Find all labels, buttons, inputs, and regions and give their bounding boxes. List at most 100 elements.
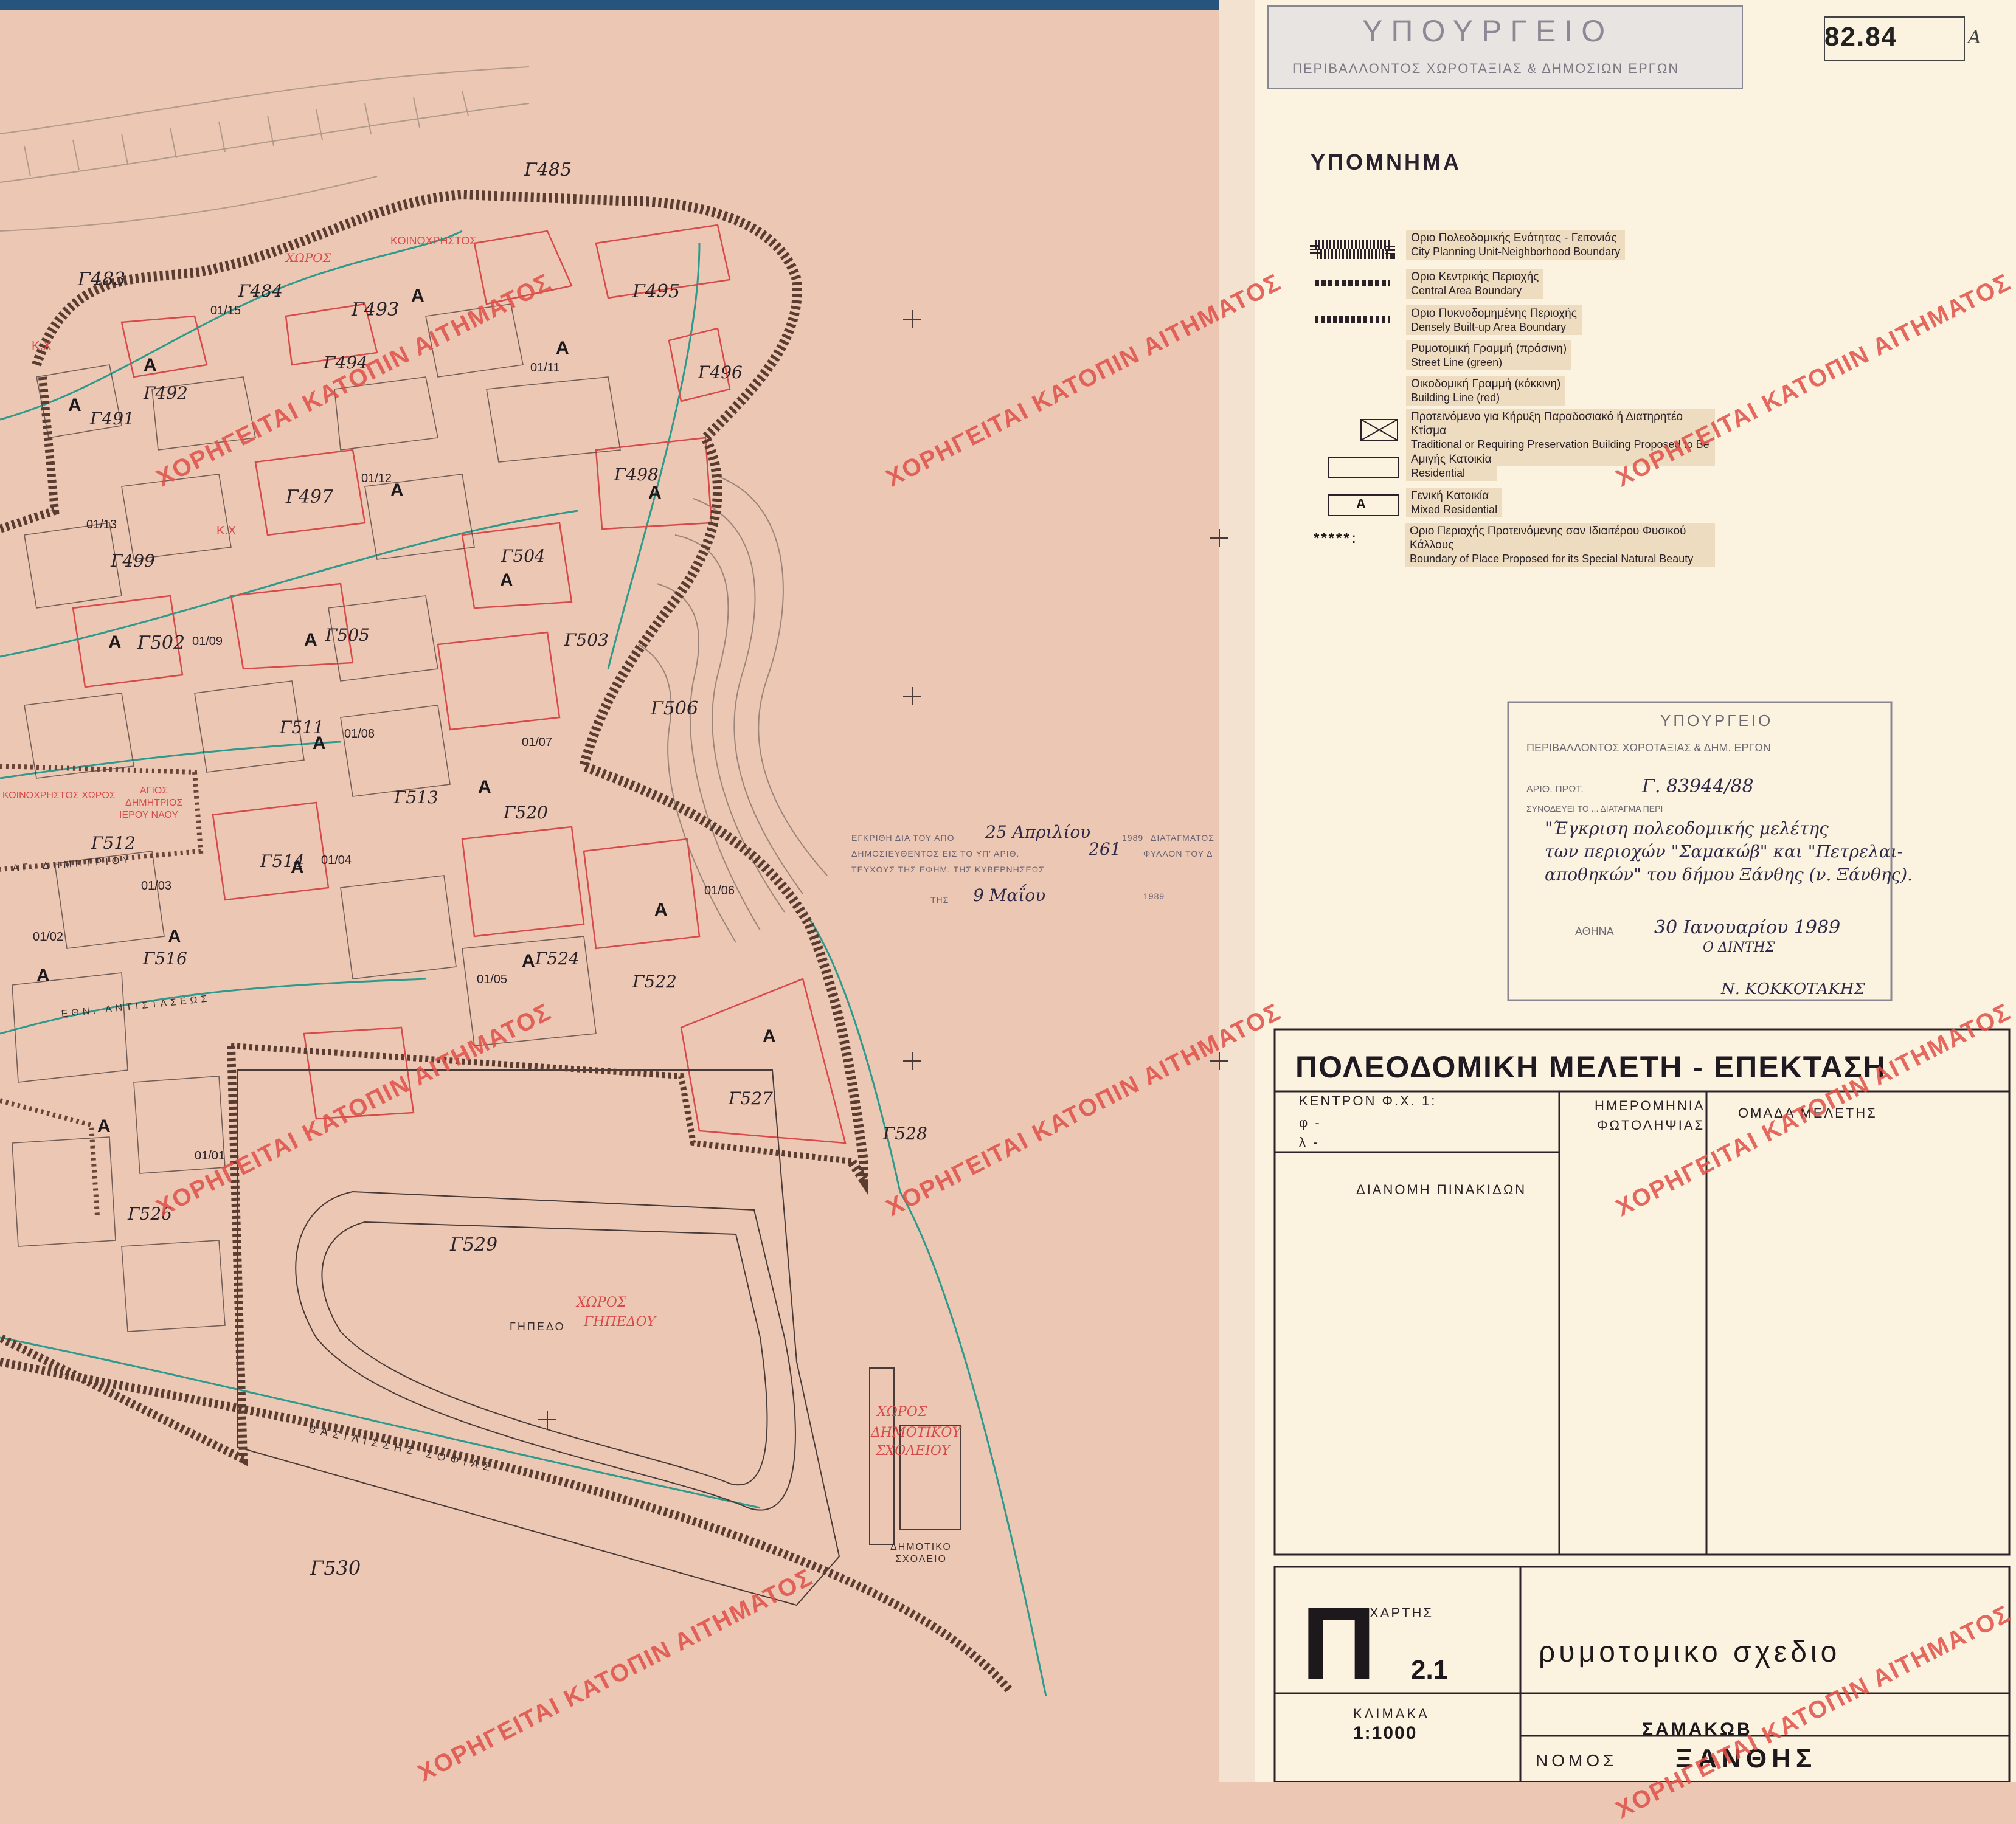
school-black-label: ΣΧΟΛΕΙΟ [895,1554,947,1564]
block-label: Γ498 [614,465,659,485]
mixed-residential-mark: Α [478,777,491,797]
mixed-residential-mark: Α [313,733,326,753]
mixed-residential-mark: Α [304,630,317,650]
kx-label: Κ.Χ [216,524,237,537]
zone-code: 01/13 [86,518,117,531]
church-label: ΔΗΜΗΤΡΙΟΣ [125,798,183,808]
legend-label-en: Central Area Boundary [1411,285,1522,297]
mixed-residential-mark: Α [522,951,535,971]
stamp-date: 30 Ιανουαρίου 1989 [1654,917,1841,938]
block-label: Γ516 [143,948,187,969]
mixed-residential-mark: Α [108,632,122,652]
zone-code: 01/12 [361,472,392,485]
school-black-label: ΔΗΜΟΤΙΚΟ [890,1542,952,1552]
legend-label-en: Densely Built-up Area Boundary [1411,321,1567,333]
legend-label-el: Οικοδομική Γραμμή (κόκκινη) [1411,378,1561,390]
map-label: ΧΑΡΤΗΣ [1370,1605,1433,1620]
church-label: ΙΕΡΟΥ ΝΑΟΥ [119,810,179,820]
kx-label: Κ.Χ [32,339,52,353]
block-label: Γ506 [651,698,699,719]
legend-label-el: Οριο Πυκνοδομημένης Περιοχής [1411,307,1577,320]
block-label: Γ528 [883,1124,927,1144]
mixed-residential-mark: Α [144,355,157,375]
approval-date: 25 Απριλίου [985,822,1091,842]
block-label: Γ493 [352,299,400,320]
legend-label-el: Οριο Κεντρικής Περιοχής [1411,271,1539,283]
block-label: Γ522 [632,972,677,992]
legend-label-el: Οριο Πολεοδομικής Ενότητας - Γειτονιάς [1411,232,1617,244]
legend-title: ΥΠΟΜΝΗΜΑ [1311,150,1461,174]
block-label: Γ492 [144,383,188,403]
mixed-residential-mark: Α [291,857,304,877]
prefecture-label: ΝΟΜΟΣ [1536,1751,1618,1770]
stamp-city: ΑΘΗΝΑ [1575,925,1614,938]
stamp-desc: των περιοχών "Σαμακώβ" και "Πετρελαι- [1545,841,1903,862]
legend-label-en: City Planning Unit-Neighborhood Boundary [1411,246,1621,258]
stamp-ref: Γ. 83944/88 [1642,776,1754,797]
zone-code: 01/08 [344,727,375,741]
phi-label: φ - [1299,1115,1321,1130]
block-label: Γ502 [137,632,185,654]
stamp-desc: αποθηκών" του δήμου Ξάνθης (ν. Ξάνθης). [1545,865,1913,885]
photo-date-label: ΦΩΤΟΛΗΨΙΑΣ [1597,1118,1705,1133]
map-subject: ρυμοτομικο σχεδιο [1539,1636,1841,1668]
mixed-residential-mark: Α [500,570,513,590]
mixed-residential-mark: Α [390,480,404,500]
mixed-residential-mark: Α [648,483,662,503]
approval-line1: ΕΓΚΡΙΘΗ ΔΙΑ ΤΟΥ ΑΠΟ [851,833,955,843]
block-label: Γ513 [394,787,438,807]
legend-label-en: Residential [1411,467,1466,479]
block-label: Γ483 [78,269,126,290]
sheet-suffix: Α [1968,27,1981,48]
mixed-residential-mark: Α [97,1116,111,1136]
block-label: Γ503 [564,630,609,650]
stamp-sub: ΠΕΡΙΒΑΛΛΟΝΤΟΣ ΧΩΡΟΤΑΞΙΑΣ & ΔΗΜ. ΕΡΓΩΝ [1526,742,1771,754]
center-label: ΚΕΝΤΡΟΝ Φ.Χ. 1: [1299,1093,1437,1108]
block-label: Γ524 [535,948,580,969]
approval-line2-end: ΦΥΛΛΟΝ ΤΟΥ Δ [1143,849,1213,858]
legend-label-en: Building Line (red) [1411,392,1500,404]
approval-line1-end: ΔΙΑΤΑΓΜΑΤΟΣ [1151,833,1214,843]
block-label: Γ512 [91,833,136,853]
stadium-space-label: ΧΩΡΟΣ [577,1295,627,1310]
approval-year1: 1989 [1122,833,1144,843]
legend-label-el: Προτεινόμενο για Κήρυξη Παραδοσιακό ή Δι… [1411,410,1683,437]
sheet-fold [1219,0,1255,1782]
scale-label: ΚΛΙΜΑΚΑ [1353,1706,1430,1721]
top-blue-edge [0,0,1259,10]
block-label: Γ520 [504,803,548,823]
hillside-hatching [0,66,530,232]
zone-code: 01/06 [704,884,735,897]
approval-line2: ΔΗΜΟΣΙΕΥΘΕΝΤΟΣ ΕΙΣ ΤΟ ΥΠ' ΑΡΙΘ. [851,849,1020,858]
ministry-name: ΥΠΟΥΡΓΕΙΟ [1362,14,1614,48]
zone-code: 01/07 [522,736,553,749]
stamp-attach-label: ΣΥΝΟΔΕΥΕΙ ΤΟ ... ΔΙΑΤΑΓΜΑ ΠΕΡΙ [1526,804,1663,814]
mixed-residential-mark: Α [763,1026,776,1046]
approval-issue: 261 [1089,839,1121,859]
legend-label-en: Boundary of Place Proposed for its Speci… [1410,553,1694,565]
block-label: Γ505 [325,625,370,645]
mixed-residential-mark: Α [36,966,50,986]
mixed-residential-mark: Α [556,338,569,358]
common-space-label: ΚΟΙΝΟΧΡΗΣΤΟΣ [390,235,477,247]
stadium-word-label: ΓΗΠΕΔΟΥ [584,1314,656,1330]
a-box-letter: Α [1356,496,1366,511]
legend-label-en: Street Line (green) [1411,356,1503,368]
zone-code: 01/05 [477,973,508,986]
church-space-label: ΚΟΙΝΟΧΡΗΣΤΟΣ ΧΩΡΟΣ [2,790,116,801]
zone-code: 01/09 [192,635,223,648]
stamp-ref-label: ΑΡΙΘ. ΠΡΩΤ. [1526,784,1584,795]
mixed-residential-mark: Α [654,900,668,920]
approval-pub-date: 9 Μαΐου [973,885,1046,905]
legend-label-el: Οριο Περιοχής Προτεινόμενης σαν Ιδιαιτέρ… [1410,525,1686,551]
school-space-label: ΧΩΡΟΣ [877,1404,927,1420]
church-label: ΑΓΙΟΣ [140,786,168,796]
block-label: Γ485 [524,159,572,181]
scale-value: 1:1000 [1353,1723,1418,1743]
zone-code: 01/03 [141,879,172,893]
sheet-number: 82.84 [1824,22,1898,52]
stadium-black-label: ΓΗΠΕΔΟ [510,1321,566,1333]
ministry-department: ΠΕΡΙΒΑΛΛΟΝΤΟΣ ΧΩΡΟΤΑΞΙΑΣ & ΔΗΜΟΣΙΩΝ ΕΡΓΩ… [1292,61,1680,76]
lambda-label: λ - [1299,1135,1320,1150]
approval-line3: ΤΕΥΧΟΥΣ ΤΗΣ ΕΦΗΜ. ΤΗΣ ΚΥΒΕΡΝΗΣΕΩΣ [851,865,1045,874]
